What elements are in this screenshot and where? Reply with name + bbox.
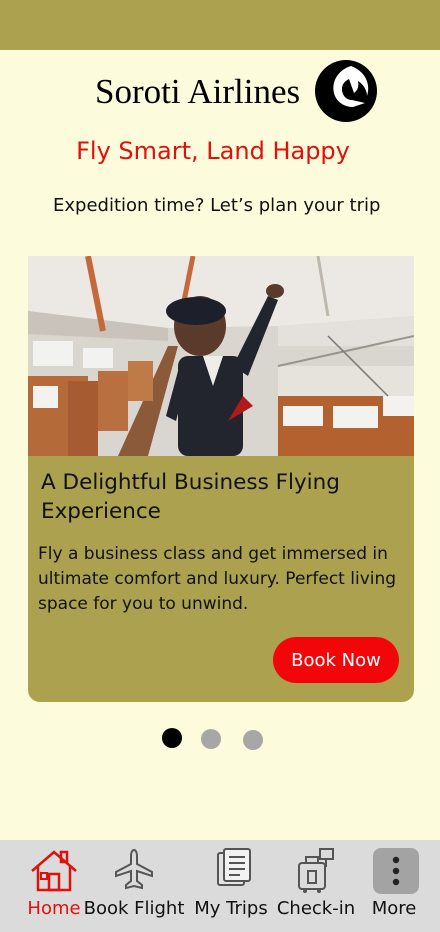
nav-item-my-trips[interactable]: My Trips [192, 840, 270, 932]
card-description: Fly a business class and get immersed in… [38, 544, 397, 614]
carousel-dot-2[interactable] [201, 729, 221, 749]
airplane-icon [115, 848, 153, 890]
brand-name: Soroti Airlines [95, 72, 301, 111]
house-icon [31, 850, 77, 892]
documents-icon [217, 848, 251, 886]
nav-label-my-trips: My Trips [194, 898, 268, 919]
promo-card[interactable]: A Delightful Business Flying Experience … [28, 256, 414, 702]
nav-item-home[interactable]: Home [24, 840, 84, 932]
nav-label-check-in: Check-in [276, 898, 356, 919]
trip-prompt: Expedition time? Let’s plan your trip [53, 195, 381, 216]
nav-item-book-flight[interactable]: Book Flight [84, 840, 184, 932]
nav-item-more[interactable]: More [366, 840, 422, 932]
card-title: A Delightful Business Flying Experience [41, 470, 340, 524]
nav-label-book-flight: Book Flight [83, 898, 185, 919]
nav-item-check-in[interactable]: Check-in [276, 840, 356, 932]
crescent-bird-logo-icon [315, 60, 377, 122]
nav-label-more: More [371, 898, 417, 919]
book-now-button[interactable]: Book Now [273, 637, 399, 683]
luggage-icon [298, 848, 334, 893]
carousel-indicator [0, 728, 440, 750]
bottom-navigation: Home Book Flight My Trips Check-in More [0, 840, 440, 932]
carousel-dot-3[interactable] [243, 730, 263, 750]
flight-attendant-cabin-photo [28, 256, 414, 456]
brand-header: Soroti Airlines [0, 58, 440, 124]
more-vertical-icon [373, 848, 419, 894]
carousel-dot-1[interactable] [162, 728, 182, 748]
tagline: Fly Smart, Land Happy [76, 137, 350, 165]
status-bar [0, 0, 440, 50]
